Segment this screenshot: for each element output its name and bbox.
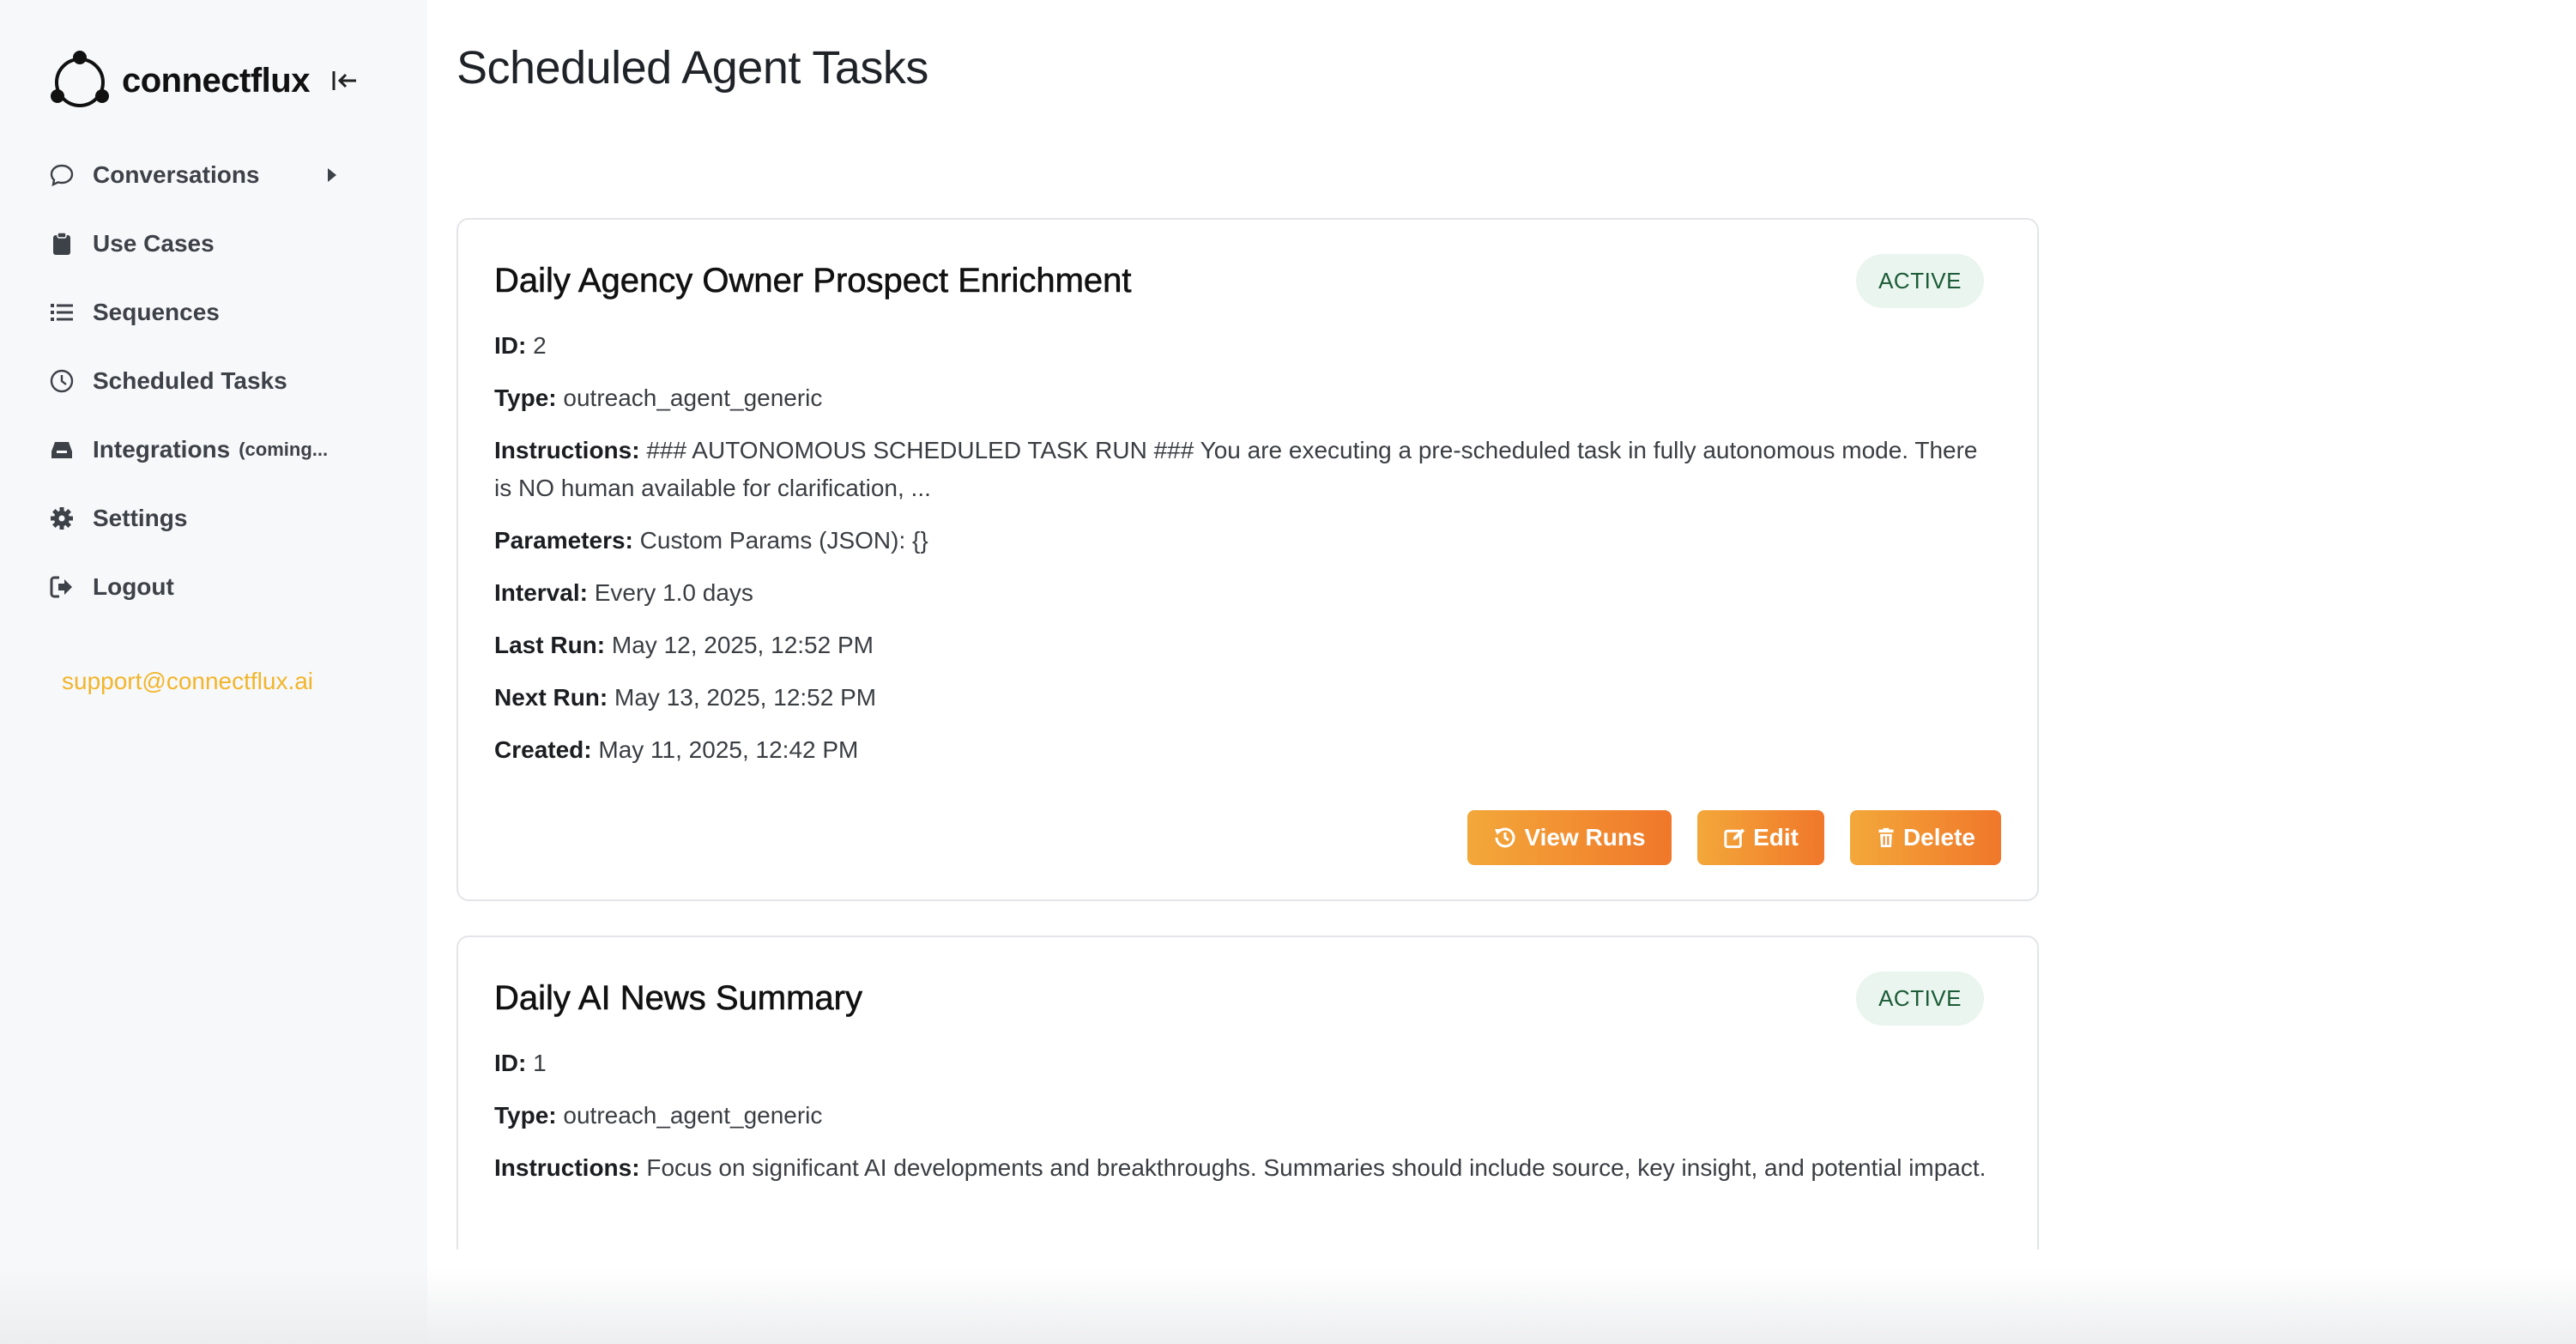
clipboard-icon	[48, 230, 76, 257]
field-label: Parameters:	[494, 527, 633, 554]
field-value: 1	[533, 1050, 547, 1076]
sidebar-item-integrations[interactable]: Integrations (coming...	[48, 415, 350, 484]
collapse-sidebar-icon[interactable]	[330, 66, 360, 95]
inbox-icon	[48, 436, 76, 463]
field-value: 2	[533, 332, 547, 359]
sidebar-item-label: Sequences	[93, 299, 220, 325]
field-label: Type:	[494, 1102, 557, 1129]
field-label: Created:	[494, 736, 592, 763]
sidebar-item-use-cases[interactable]: Use Cases	[48, 209, 350, 278]
field-label: Instructions:	[494, 1154, 640, 1181]
task-created-field: Created: May 11, 2025, 12:42 PM	[494, 731, 2001, 769]
field-value: outreach_agent_generic	[563, 1102, 823, 1129]
field-label: Interval:	[494, 579, 588, 606]
task-instructions-field: Instructions: Focus on significant AI de…	[494, 1149, 2001, 1187]
coming-soon-note: (coming...	[239, 439, 329, 460]
task-parameters-field: Parameters: Custom Params (JSON): {}	[494, 522, 2001, 560]
edit-label: Edit	[1753, 824, 1799, 851]
status-badge: ACTIVE	[1856, 254, 1984, 308]
field-label: ID:	[494, 332, 527, 359]
chat-bubble-icon	[48, 161, 76, 189]
sidebar-item-label: Use Cases	[93, 230, 215, 257]
sidebar-item-scheduled-tasks[interactable]: Scheduled Tasks	[48, 347, 350, 415]
support-email-link[interactable]: support@connectflux.ai	[62, 668, 313, 695]
view-runs-label: View Runs	[1524, 824, 1646, 851]
sidebar-item-sequences[interactable]: Sequences	[48, 278, 350, 347]
task-title: Daily AI News Summary	[494, 979, 863, 1018]
field-label: Instructions:	[494, 437, 640, 463]
history-icon	[1495, 827, 1515, 848]
app-root: connectflux Conversations Use Cases Sequ…	[0, 0, 2576, 1344]
field-value: outreach_agent_generic	[563, 384, 823, 411]
field-value: ### AUTONOMOUS SCHEDULED TASK RUN ### Yo…	[494, 437, 1978, 501]
task-fields: ID: 2 Type: outreach_agent_generic Instr…	[494, 327, 2001, 769]
edit-button[interactable]: Edit	[1697, 810, 1824, 865]
field-label: Next Run:	[494, 684, 608, 711]
sidebar-item-conversations[interactable]: Conversations	[48, 141, 350, 209]
page-title: Scheduled Agent Tasks	[457, 42, 928, 94]
sidebar: connectflux Conversations Use Cases Sequ…	[0, 0, 427, 1344]
logout-icon	[48, 573, 76, 601]
delete-label: Delete	[1902, 824, 1975, 851]
sidebar-item-label: Integrations	[93, 436, 231, 463]
task-type-field: Type: outreach_agent_generic	[494, 379, 2001, 417]
field-value: Custom Params (JSON): {}	[639, 527, 928, 554]
task-card: Daily AI News Summary ACTIVE ID: 1 Type:…	[457, 935, 2039, 1279]
task-id-field: ID: 2	[494, 327, 2001, 365]
task-last-run-field: Last Run: May 12, 2025, 12:52 PM	[494, 627, 2001, 664]
gear-icon	[48, 505, 76, 532]
field-value: May 12, 2025, 12:52 PM	[611, 632, 874, 658]
sidebar-item-logout[interactable]: Logout	[48, 553, 350, 621]
brand: connectflux	[48, 48, 427, 113]
task-card: Daily Agency Owner Prospect Enrichment A…	[457, 218, 2039, 901]
field-label: Type:	[494, 384, 557, 411]
field-label: ID:	[494, 1050, 527, 1076]
task-instructions-field: Instructions: ### AUTONOMOUS SCHEDULED T…	[494, 432, 2001, 507]
field-value: May 13, 2025, 12:52 PM	[614, 684, 877, 711]
sidebar-nav: Conversations Use Cases Sequences Schedu…	[48, 141, 427, 621]
task-actions: View Runs Edit Delete	[1467, 810, 2001, 865]
clock-icon	[48, 367, 76, 395]
chevron-right-icon[interactable]	[326, 166, 338, 184]
status-badge: ACTIVE	[1856, 972, 1984, 1026]
sidebar-item-label: Logout	[93, 573, 174, 600]
task-interval-field: Interval: Every 1.0 days	[494, 574, 2001, 612]
scroll-clip	[427, 1250, 2576, 1344]
main-content: Scheduled Agent Tasks Daily Agency Owner…	[427, 0, 2576, 1344]
sidebar-item-label: Conversations	[93, 161, 260, 188]
task-card-header: Daily AI News Summary ACTIVE	[494, 972, 2001, 1026]
field-value: May 11, 2025, 12:42 PM	[598, 736, 859, 763]
brand-name: connectflux	[122, 61, 310, 100]
task-type-field: Type: outreach_agent_generic	[494, 1097, 2001, 1135]
task-fields: ID: 1 Type: outreach_agent_generic Instr…	[494, 1044, 2001, 1187]
task-title: Daily Agency Owner Prospect Enrichment	[494, 262, 1132, 300]
field-value: Every 1.0 days	[594, 579, 753, 606]
sidebar-item-label: Scheduled Tasks	[93, 367, 287, 394]
field-label: Last Run:	[494, 632, 606, 658]
connectflux-logo-icon	[51, 51, 109, 107]
task-next-run-field: Next Run: May 13, 2025, 12:52 PM	[494, 679, 2001, 717]
task-card-header: Daily Agency Owner Prospect Enrichment A…	[494, 254, 2001, 308]
delete-button[interactable]: Delete	[1850, 810, 2001, 865]
sidebar-item-settings[interactable]: Settings	[48, 484, 350, 553]
edit-icon	[1724, 828, 1745, 849]
field-value: Focus on significant AI developments and…	[646, 1154, 1986, 1181]
sidebar-item-label: Settings	[93, 505, 188, 531]
task-id-field: ID: 1	[494, 1044, 2001, 1082]
list-icon	[48, 299, 76, 326]
view-runs-button[interactable]: View Runs	[1467, 810, 1672, 865]
trash-icon	[1878, 827, 1894, 848]
